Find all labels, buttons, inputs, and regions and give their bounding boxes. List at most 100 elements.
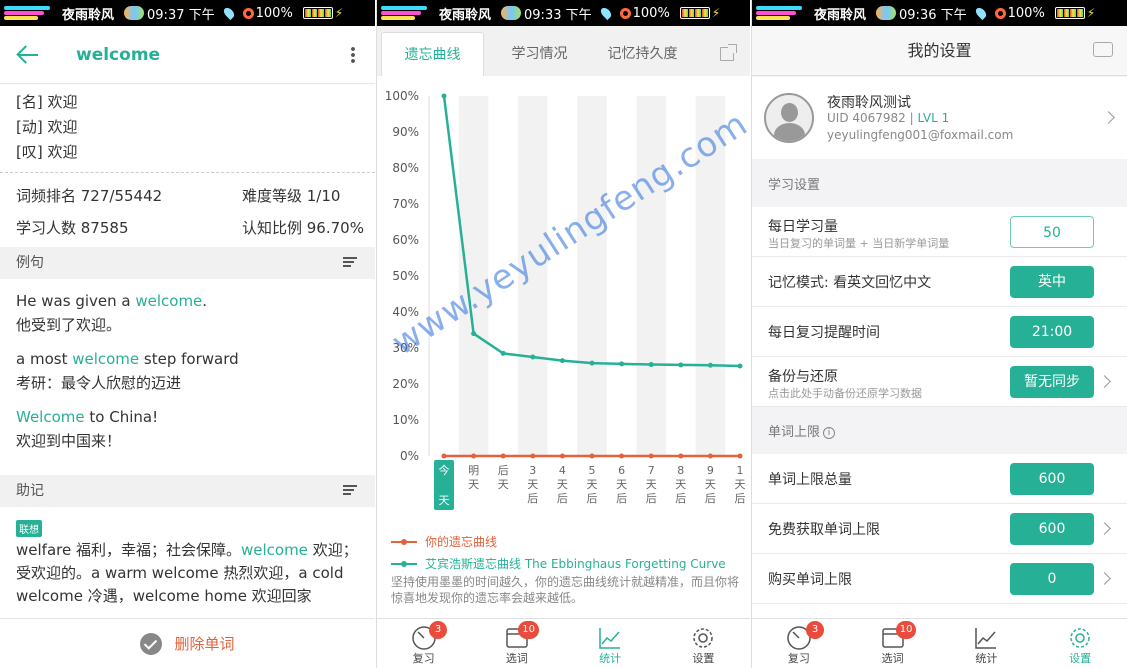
app-logo-icon [4,3,56,23]
legend-user: 你的遗忘曲线 [391,533,497,550]
back-arrow-icon[interactable] [14,41,42,69]
row-memory-mode[interactable]: 记忆模式: 看英文回忆中文 英中 [752,257,1127,307]
series-point [648,362,654,368]
limit-total-label: 单词上限总量 [768,472,852,488]
series-point [441,453,447,459]
examples-header[interactable]: 例句 [0,247,375,279]
nav-stats-label: 统计 [599,652,622,665]
check-circle-icon [140,632,163,655]
bottom-nav: 3 复习 10 选词 统计 设置 [752,618,1127,668]
weather-icon [876,6,897,20]
nav-settings-label: 设置 [1069,652,1092,665]
delete-word-label: 删除单词 [174,635,235,653]
series-point [589,453,595,459]
nav-select-label: 选词 [881,652,904,665]
sort-lines-icon[interactable] [343,485,357,496]
status-time: 09:33 下午 [524,7,592,23]
limit-free-button[interactable]: 600 [1010,513,1094,545]
row-limit-free[interactable]: 免费获取单词上限 600 [752,504,1127,554]
location-icon [221,5,236,21]
mnemonic-title: 助记 [16,483,44,499]
daily-amount-input[interactable]: 50 [1010,216,1094,248]
series-point [619,453,625,459]
nav-settings[interactable]: 设置 [657,619,750,668]
series-point [559,453,565,459]
row-daily-amount[interactable]: 每日学习量 当日复习的单词量 + 当日新学单词量 50 [752,207,1127,257]
daily-amount-label: 每日学习量 [768,219,838,235]
y-tick-label: 20% [392,377,419,391]
x-tick-label: 7 天后 [646,464,657,505]
more-menu-icon[interactable] [351,46,355,64]
share-icon[interactable] [720,44,737,61]
series-point [737,363,743,369]
x-tick-label: 9 天后 [705,464,716,505]
delete-word-button[interactable]: 删除单词 [0,618,375,668]
word-title: welcome [76,44,161,65]
series-point [648,453,654,459]
daily-amount-sub: 当日复习的单词量 + 当日新学单词量 [768,237,950,250]
profile-card[interactable]: 夜雨聆风测试 UID 4067982 | LVL 1 yeyulingfeng0… [752,77,1127,159]
nav-review[interactable]: 3 复习 [377,619,470,668]
tab-forgetting-curve[interactable]: 遗忘曲线 [381,32,484,76]
backup-sub: 点击此处手动备份还原学习数据 [768,387,922,400]
difficulty-level: 难度等级 1/10 [242,187,341,205]
x-tick-label: 3 天后 [527,464,538,505]
series-point [500,453,506,459]
battery-icon [302,7,333,19]
x-tick-label: 后天 [498,464,509,491]
charging-icon: ⚡ [1086,6,1096,20]
memory-mode-label: 记忆模式: 看英文回忆中文 [768,275,932,291]
location-icon [598,5,613,21]
nav-stats[interactable]: 统计 [940,619,1034,668]
y-tick-label: 100% [385,89,419,103]
limit-buy-button[interactable]: 0 [1010,563,1094,595]
nav-select[interactable]: 10 选词 [846,619,940,668]
row-limit-buy[interactable]: 购买单词上限 0 [752,554,1127,604]
charging-icon: ⚡ [711,6,721,20]
settings-screen: 夜雨聆风 09:36 下午 100% ⚡ 我的设置 夜雨聆风测试 UID 406… [751,0,1127,668]
row-backup[interactable]: 备份与还原 点击此处手动备份还原学习数据 暂无同步 [752,357,1127,407]
series-point [678,362,684,368]
stats-tabs: 遗忘曲线 学习情况 记忆持久度 [377,26,750,76]
tab-study-status[interactable]: 学习情况 [488,32,591,76]
series-point [559,358,565,364]
nav-stats[interactable]: 统计 [564,619,657,668]
group-study-settings: 学习设置 [768,178,821,193]
series-point [737,453,743,459]
tab-memory-durability[interactable]: 记忆持久度 [591,32,694,76]
definition-item: [动] 欢迎 [16,118,78,136]
row-reminder-time[interactable]: 每日复习提醒时间 21:00 [752,307,1127,357]
nav-stats-label: 统计 [975,652,998,665]
backup-button[interactable]: 暂无同步 [1010,366,1094,398]
chat-icon[interactable] [1093,42,1113,57]
series-point [678,453,684,459]
app-logo-icon [756,3,808,23]
y-tick-label: 0% [400,449,419,463]
status-app-name: 夜雨聆风 [814,7,867,23]
series-point [589,360,595,366]
info-icon[interactable]: i [823,426,836,439]
battery-percent: 100% [1007,5,1045,21]
grid-column [577,96,607,456]
y-tick-label: 60% [392,233,419,247]
sort-lines-icon[interactable] [343,257,357,268]
battery-percent: 100% [255,5,293,21]
learner-count: 学习人数 87585 [16,219,129,237]
series-point [619,361,625,367]
series-point [441,93,447,99]
y-tick-label: 50% [392,269,419,283]
nav-settings-label: 设置 [692,652,715,665]
memory-mode-button[interactable]: 英中 [1010,266,1094,298]
word-detail-screen: 夜雨聆风 09:37 下午 100% ⚡ welcome [名] 欢迎 [动] … [0,0,375,668]
ring-icon [619,7,631,19]
limit-total-button[interactable]: 600 [1010,463,1094,495]
nav-select[interactable]: 10 选词 [470,619,563,668]
y-tick-label: 80% [392,161,419,175]
reminder-time-button[interactable]: 21:00 [1010,316,1094,348]
row-limit-total[interactable]: 单词上限总量 600 [752,454,1127,504]
select-badge: 10 [895,621,917,639]
nav-settings[interactable]: 设置 [1033,619,1127,668]
mnemonic-header[interactable]: 助记 [0,475,375,507]
nav-review[interactable]: 3 复习 [752,619,846,668]
x-tick-label: 1 天后 [735,464,746,505]
